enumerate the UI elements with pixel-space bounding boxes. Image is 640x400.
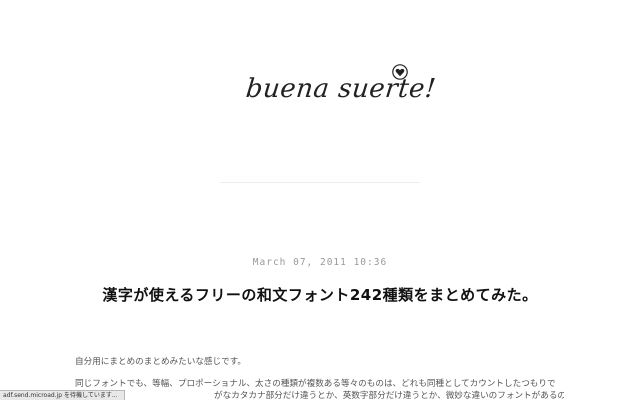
post-paragraph: がなカタカナ部分だけ違うとか、英数字部分だけ違うとか、微妙な違いのフォントがある… (214, 391, 564, 400)
post-title[interactable]: 漢字が使えるフリーの和文フォント242種類をまとめてみた。 (0, 284, 640, 305)
blog-title: buena suerte! (244, 74, 438, 104)
post-date: March 07, 2011 10:36 (252, 257, 388, 268)
heart-icon (392, 64, 408, 80)
post-paragraph: 自分用にまとめのまとめみたいな感じです。 (75, 357, 247, 367)
header-divider (220, 182, 420, 183)
post-paragraph: 同じフォントでも、等幅、プロポーショナル、太さの種類が複数ある等々のものは、どれ… (75, 379, 556, 389)
blog-logo[interactable]: buena suerte! (244, 64, 438, 114)
browser-status-bar: adf.send.microad.jp を待機しています... (0, 390, 125, 400)
